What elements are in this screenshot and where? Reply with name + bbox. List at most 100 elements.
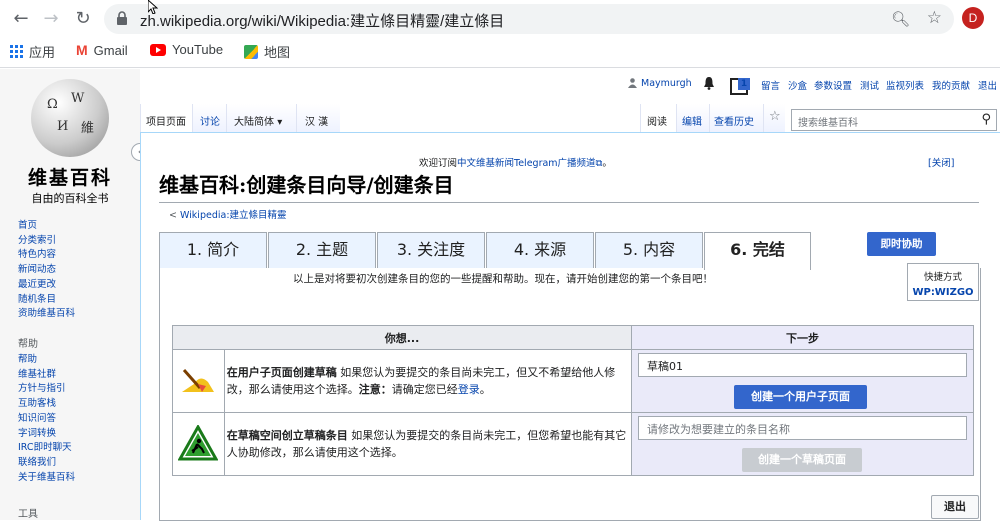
dismiss-notice-link[interactable]: [关闭] [928,155,954,169]
choice-table: 你想... 下一步 在用户子页面创建草稿 如果您认为要提交的条目尚未完工，但又不… [172,325,974,476]
username-link[interactable]: Maymurgh [641,78,692,89]
gmail-icon: M [76,42,88,58]
search-input[interactable]: 搜索维基百科 ⚲ [791,109,997,131]
bookmark-label: 地图 [264,45,291,60]
wizard-step-3[interactable]: 3. 关注度 [377,232,485,268]
option-user-draft: 在用户子页面创建草稿 如果您认为要提交的条目尚未完工，但又不希望给他人修改，那么… [223,349,633,413]
option-title: 在草稿空间创立草稿条目 [226,429,348,442]
shortcut-link[interactable]: WP:WIZGO [908,287,978,298]
sidebar-item-help[interactable]: 帮助 [18,353,75,368]
sidebar-item-donate[interactable]: 资助维基百科 [18,307,75,322]
personal-link-preferences[interactable]: 参数设置 [814,78,852,92]
sidebar-help: 帮助 维基社群 方针与指引 互助客栈 知识问答 字词转换 IRC即时聊天 联络我… [18,353,75,485]
breadcrumb-link[interactable]: Wikipedia:建立條目精靈 [180,210,287,221]
bookmark-maps[interactable]: 地图 [244,42,290,61]
wikipedia-logo[interactable]: ΩWИ維 维基百科 自由的百科全书 [20,79,120,209]
sidebar-item-recent-changes[interactable]: 最近更改 [18,278,75,293]
notice-prefix: 欢迎订阅 [419,158,458,169]
option-note: 请确定您已经 [391,383,458,396]
draft-title-input[interactable]: 请修改为想要建立的条目名称 [638,416,967,440]
create-draft-page-button[interactable]: 创建一个草稿页面 [742,448,862,472]
sidebar-item-irc[interactable]: IRC即时聊天 [18,441,75,456]
personal-link-beta[interactable]: 测试 [860,78,879,92]
search-placeholder: 搜索维基百科 [798,118,858,129]
bookmark-gmail[interactable]: M Gmail [76,42,128,58]
variant-label: 大陆简体 [234,117,274,128]
sidebar-item-news[interactable]: 新闻动态 [18,263,75,278]
user-subpage-input[interactable]: 草稿01 [638,353,967,377]
main-content: 欢迎订阅中文维基新闻Telegram广播频道⧉。 [关闭] 维基百科:创建条目向… [140,132,1000,521]
wizard-step-2[interactable]: 2. 主题 [268,232,376,268]
shortcut-box: 快捷方式 WP:WIZGO [907,263,979,301]
wizard-step-5[interactable]: 5. 内容 [595,232,703,268]
sidebar-item-village-pump[interactable]: 互助客栈 [18,397,75,412]
wizard-intro: 以上是对将要初次创建条目的您的一些提醒和帮助。现在，请开始创建您的第一个条目吧！ [293,273,713,285]
sidebar-item-categories[interactable]: 分类索引 [18,234,75,249]
personal-link-watchlist[interactable]: 监视列表 [886,78,924,92]
tab-language-convert[interactable]: 汉 漢 [296,104,340,132]
apps-icon [10,45,23,58]
bell-icon[interactable] [703,76,715,90]
sandbox-icon [172,349,225,413]
forward-icon[interactable]: → [40,8,62,30]
reload-icon[interactable]: ↻ [72,8,94,30]
sidebar-item-conversion[interactable]: 字词转换 [18,427,75,442]
notice-telegram-link[interactable]: 中文维基新闻Telegram广播频道 [457,158,596,169]
breadcrumb: < Wikipedia:建立條目精靈 [169,207,287,221]
back-icon[interactable]: ← [10,8,32,30]
personal-link-sandbox[interactable]: 沙盒 [788,78,807,92]
login-link[interactable]: 登录 [458,383,480,396]
option-draft-space: 在草稿空间创立草稿条目 如果您认为要提交的条目尚未完工，但您希望也能有其它人协助… [223,412,633,476]
column-header-want: 你想... [172,325,632,350]
bookmark-apps[interactable]: 应用 [10,42,55,61]
tab-talk[interactable]: 讨论 [192,104,226,132]
chevron-down-icon: ▾ [277,117,283,128]
sidebar-item-qa[interactable]: 知识问答 [18,412,75,427]
wizard-step-6[interactable]: 6. 完结 [704,232,811,270]
notice-count-badge[interactable]: 1 [738,78,750,90]
tab-read[interactable]: 阅读 [640,104,676,132]
sidebar-item-random[interactable]: 随机条目 [18,293,75,308]
address-bar[interactable]: zh.wikipedia.org/wiki/Wikipedia:建立條目精靈/建… [104,4,954,34]
sidebar-item-main-page[interactable]: 首页 [18,219,75,234]
mouse-cursor-icon [148,0,158,14]
sidebar: ΩWИ維 维基百科 自由的百科全书 首页 分类索引 特色内容 新闻动态 最近更改… [0,69,140,520]
instant-help-button[interactable]: 即时协助 [867,232,936,256]
bookmark-star-icon[interactable]: ☆ [927,8,942,28]
lock-icon [117,11,127,25]
variant-dropdown[interactable]: 大陆简体 ▾ [226,104,296,132]
shortcut-label: 快捷方式 [923,272,962,283]
wizard-step-1[interactable]: 1. 简介 [159,232,267,268]
tab-project-page[interactable]: 项目页面 [140,104,192,132]
tab-history[interactable]: 查看历史 [709,104,763,132]
sidebar-item-policies[interactable]: 方针与指引 [18,382,75,397]
table-row: 在草稿空间创立草稿条目 如果您认为要提交的条目尚未完工，但您希望也能有其它人协助… [172,412,974,476]
notice-suffix: 。 [602,158,612,169]
personal-link-talk[interactable]: 留言 [761,78,780,92]
tab-edit[interactable]: 编辑 [676,104,709,132]
sidebar-heading-tools: 工具 [18,509,38,520]
maps-icon [244,44,258,59]
table-row: 在用户子页面创建草稿 如果您认为要提交的条目尚未完工，但又不希望给他人修改，那么… [172,349,974,413]
option-note-label: 注意： [358,383,392,396]
bookmarks-bar: 应用 M Gmail YouTube 地图 [0,38,1000,62]
bookmark-youtube[interactable]: YouTube [150,42,223,57]
zoom-icon[interactable]: 🔍︎ [891,10,910,28]
logo-subtitle: 自由的百科全书 [31,192,109,205]
sidebar-item-about[interactable]: 关于维基百科 [18,471,75,486]
option-draft-space-actions: 请修改为想要建立的条目名称 创建一个草稿页面 [631,412,974,476]
option-user-draft-actions: 草稿01 创建一个用户子页面 [631,349,974,413]
profile-avatar[interactable]: D [962,7,984,29]
exit-button[interactable]: 退出 [931,495,979,519]
wizard-step-4[interactable]: 4. 来源 [486,232,594,268]
personal-link-logout[interactable]: 退出 [978,78,997,92]
sidebar-item-featured[interactable]: 特色内容 [18,248,75,263]
sidebar-item-contact[interactable]: 联络我们 [18,456,75,471]
page-title: 维基百科:创建条目向导/创建条目 [159,169,979,203]
breadcrumb-prefix: < [169,210,180,221]
create-user-subpage-button[interactable]: 创建一个用户子页面 [734,385,867,409]
personal-link-contributions[interactable]: 我的贡献 [932,78,970,92]
watch-star-icon[interactable]: ☆ [763,104,785,132]
search-icon[interactable]: ⚲ [981,112,991,127]
sidebar-item-community[interactable]: 维基社群 [18,368,75,383]
